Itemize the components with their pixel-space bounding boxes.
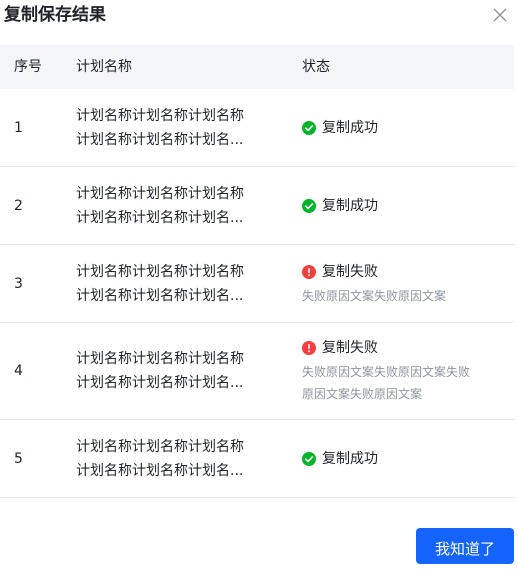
failure-reason: 失败原因文案失败原因文案失败 原因文案失败原因文案 [302, 361, 502, 405]
status-cell: 复制失败失败原因文案失败原因文案失败 原因文案失败原因文案 [302, 337, 502, 405]
plan-name-line: 计划名称计划名称计划名称 [76, 263, 244, 280]
dialog-header: 复制保存结果 [0, 0, 518, 38]
table-row: 5 计划名称计划名称计划名称 计划名称计划名称计划名... 复制成功 [0, 420, 514, 498]
status-line: 复制成功 [302, 117, 502, 139]
plan-name-line: 计划名称计划名称计划名... [76, 375, 244, 391]
close-icon[interactable] [491, 6, 509, 24]
plan-name-line: 计划名称计划名称计划名称 [76, 107, 244, 124]
header-index: 序号 [14, 59, 42, 75]
status-line: 复制失败 [302, 337, 502, 359]
plan-name-cell: 计划名称计划名称计划名称 计划名称计划名称计划名... [76, 182, 274, 230]
plan-name-cell: 计划名称计划名称计划名称 计划名称计划名称计划名... [76, 435, 274, 483]
table-body: 1 计划名称计划名称计划名称 计划名称计划名称计划名... 复制成功 2 计划名称计划名称… [0, 89, 514, 498]
failure-reason-line: 失败原因文案失败原因文案 [302, 288, 447, 303]
status-text: 复制成功 [322, 197, 378, 214]
row-index: 1 [14, 119, 23, 136]
row-index: 4 [14, 363, 23, 379]
table-row: 2 计划名称计划名称计划名称 计划名称计划名称计划名... 复制成功 [0, 167, 514, 245]
plan-name-cell: 计划名称计划名称计划名称 计划名称计划名称计划名... [76, 347, 274, 395]
status-text: 复制成功 [322, 450, 378, 467]
plan-name-cell: 计划名称计划名称计划名称 计划名称计划名称计划名... [76, 260, 274, 308]
plan-name-cell: 计划名称计划名称计划名称 计划名称计划名称计划名... [76, 104, 274, 152]
success-check-icon [302, 120, 316, 135]
error-alert-icon [302, 341, 316, 355]
status-cell: 复制失败失败原因文案失败原因文案 [302, 261, 502, 307]
error-alert-icon [302, 264, 316, 279]
table-row: 3 计划名称计划名称计划名称 计划名称计划名称计划名... 复制失败失败原因文案失败原… [0, 245, 514, 323]
table-row: 1 计划名称计划名称计划名称 计划名称计划名称计划名... 复制成功 [0, 89, 514, 167]
success-check-icon [302, 451, 316, 466]
failure-reason: 失败原因文案失败原因文案 [302, 285, 502, 307]
plan-name-line: 计划名称计划名称计划名... [76, 462, 244, 479]
failure-reason-line: 原因文案失败原因文案 [302, 387, 423, 401]
row-index: 2 [14, 197, 23, 214]
row-index: 5 [14, 450, 23, 467]
plan-name-line: 计划名称计划名称计划名... [76, 287, 244, 304]
status-line: 复制失败 [302, 261, 502, 283]
failure-reason-line: 失败原因文案失败原因文案失败 [302, 365, 471, 379]
status-cell: 复制成功 [302, 195, 502, 217]
confirm-button[interactable]: 我知道了 [416, 528, 514, 564]
status-cell: 复制成功 [302, 117, 502, 139]
plan-name-line: 计划名称计划名称计划名称 [76, 438, 244, 455]
status-text: 复制成功 [322, 119, 378, 136]
result-table: 序号 计划名称 状态 1 计划名称计划名称计划名称 计划名称计划名称计划名... 复制… [0, 45, 514, 498]
dialog-title: 复制保存结果 [4, 5, 106, 25]
table-row: 4 计划名称计划名称计划名称 计划名称计划名称计划名... 复制失败失败原因文案失败原… [0, 323, 514, 420]
status-cell: 复制成功 [302, 448, 502, 470]
status-line: 复制成功 [302, 448, 502, 470]
header-plan-name: 计划名称 [76, 59, 132, 75]
row-index: 3 [14, 275, 23, 292]
plan-name-line: 计划名称计划名称计划名称 [76, 185, 244, 202]
table-header: 序号 计划名称 状态 [0, 45, 514, 89]
plan-name-line: 计划名称计划名称计划名... [76, 209, 244, 226]
plan-name-line: 计划名称计划名称计划名... [76, 131, 244, 148]
plan-name-line: 计划名称计划名称计划名称 [76, 351, 244, 367]
status-text: 复制失败 [322, 263, 378, 280]
header-status: 状态 [302, 59, 330, 75]
confirm-button-label: 我知道了 [434, 539, 495, 558]
status-line: 复制成功 [302, 195, 502, 217]
success-check-icon [302, 198, 316, 213]
status-text: 复制失败 [322, 340, 378, 356]
